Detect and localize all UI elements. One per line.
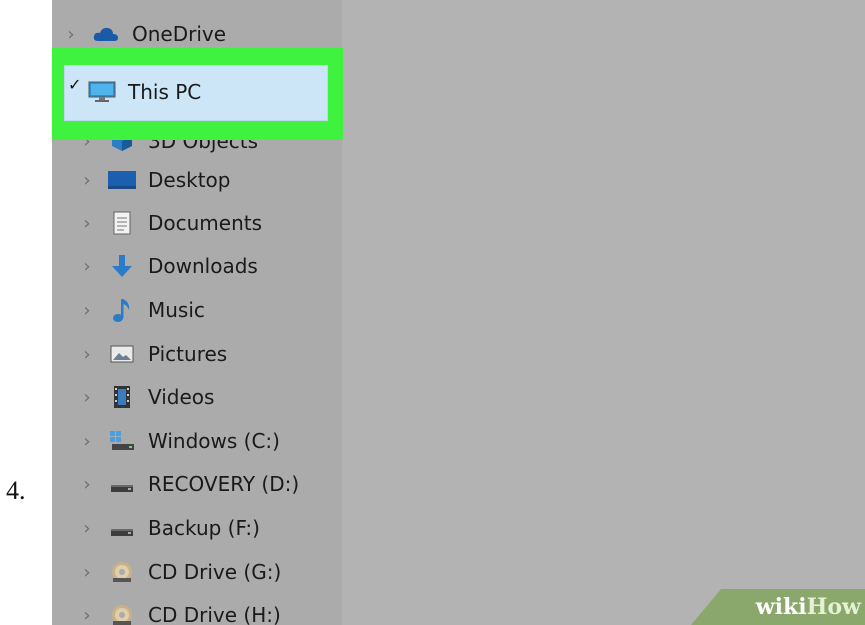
film-icon (108, 385, 136, 409)
watermark-how: How (806, 594, 861, 620)
nav-item-label: Downloads (148, 254, 258, 278)
nav-item-label: Backup (F:) (148, 516, 260, 540)
nav-item-label: RECOVERY (D:) (148, 472, 300, 496)
chevron-right-icon[interactable]: › (80, 344, 94, 365)
nav-item-label: Documents (148, 211, 263, 235)
chevron-right-icon[interactable]: › (80, 300, 94, 321)
nav-item-label: Videos (148, 385, 215, 409)
chevron-right-icon[interactable]: › (80, 518, 94, 539)
chevron-right-icon[interactable]: › (80, 605, 94, 625)
download-arrow-icon (108, 254, 136, 278)
music-note-icon (108, 298, 136, 322)
chevron-right-icon[interactable]: › (80, 474, 94, 495)
chevron-right-icon[interactable]: › (80, 213, 94, 234)
nav-item-documents[interactable]: › Documents (80, 206, 262, 240)
nav-item-onedrive[interactable]: › OneDrive (64, 17, 226, 51)
chevron-right-icon[interactable]: › (80, 256, 94, 277)
nav-item-label: Windows (C:) (148, 429, 280, 453)
nav-item-label: OneDrive (132, 22, 227, 46)
cloud-icon (92, 22, 120, 46)
step-number: 4. (6, 476, 26, 505)
desktop-icon (108, 168, 136, 192)
file-explorer-screenshot: › OneDrive › 3D Objects ✓ This PC › Desk… (52, 0, 865, 625)
picture-icon (108, 342, 136, 366)
system-drive-icon (108, 429, 136, 453)
nav-item-label: CD Drive (G:) (148, 560, 282, 584)
watermark-wiki: wiki (755, 594, 807, 620)
check-icon: ✓ (68, 75, 82, 94)
chevron-right-icon[interactable]: › (64, 24, 78, 45)
nav-item-label: This PC (128, 80, 202, 104)
nav-item-label: Desktop (148, 168, 231, 192)
nav-item-music[interactable]: › Music (80, 293, 205, 327)
cd-drive-icon (108, 603, 136, 625)
hard-drive-icon (108, 472, 136, 496)
nav-item-videos[interactable]: › Videos (80, 380, 214, 414)
chevron-right-icon[interactable]: › (80, 562, 94, 583)
nav-item-backup-f[interactable]: › Backup (F:) (80, 511, 260, 545)
nav-item-desktop[interactable]: › Desktop (80, 163, 230, 197)
cd-drive-icon (108, 560, 136, 584)
nav-item-cd-drive-h[interactable]: › CD Drive (H:) (80, 598, 281, 625)
nav-item-windows-c[interactable]: › Windows (C:) (80, 424, 280, 458)
document-icon (108, 211, 136, 235)
hard-drive-icon (108, 516, 136, 540)
nav-item-pictures[interactable]: › Pictures (80, 337, 227, 371)
nav-item-label: CD Drive (H:) (148, 603, 281, 625)
chevron-right-icon[interactable]: › (80, 431, 94, 452)
chevron-right-icon[interactable]: › (80, 387, 94, 408)
nav-item-recovery-d[interactable]: › RECOVERY (D:) (80, 467, 299, 501)
nav-item-label: Pictures (148, 342, 228, 366)
chevron-right-icon[interactable]: › (80, 170, 94, 191)
nav-item-downloads[interactable]: › Downloads (80, 249, 258, 283)
nav-item-label: Music (148, 298, 205, 322)
nav-item-cd-drive-g[interactable]: › CD Drive (G:) (80, 555, 281, 589)
computer-icon (88, 80, 116, 104)
wikihow-watermark: wiki How (691, 589, 865, 625)
nav-item-this-pc[interactable]: This PC (88, 75, 201, 109)
